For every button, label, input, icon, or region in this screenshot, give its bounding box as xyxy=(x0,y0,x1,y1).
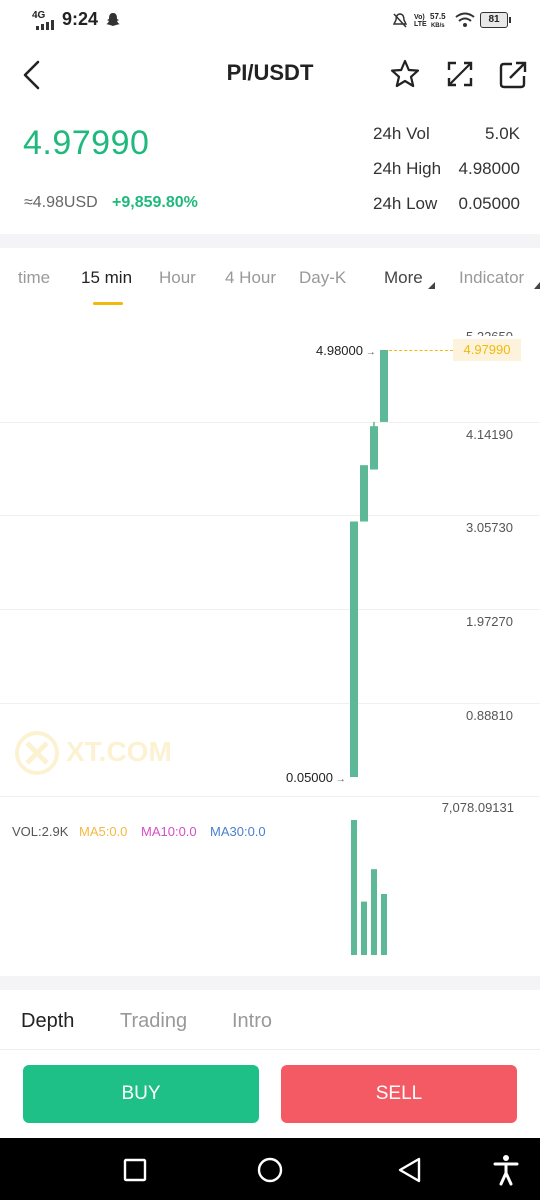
candle-body xyxy=(360,465,368,522)
tab-trading[interactable]: Trading xyxy=(120,1010,187,1033)
high-marker: 4.98000 → xyxy=(316,343,376,358)
low-marker-value: 0.05000 xyxy=(286,770,333,785)
last-price-tag: 4.97990 xyxy=(453,339,521,361)
volume-bar xyxy=(351,820,357,955)
more-dropdown-icon xyxy=(428,282,435,289)
stat-value-low: 0.05000 xyxy=(458,194,520,213)
accessibility-icon[interactable] xyxy=(492,1154,520,1186)
buy-button[interactable]: BUY xyxy=(23,1065,259,1123)
tab-depth[interactable]: Depth xyxy=(21,1010,74,1033)
volume-bar xyxy=(371,869,377,955)
tab-indicator[interactable]: Indicator xyxy=(459,268,524,288)
status-bar: 4G 9:24 Vo) LTE 57.5 KB/s 81 xyxy=(0,0,540,40)
back-icon[interactable] xyxy=(396,1156,424,1184)
speed-unit: KB/s xyxy=(430,23,445,29)
stat-label-high: 24h High xyxy=(373,159,442,178)
fullscreen-icon[interactable] xyxy=(446,60,474,88)
tab-more-label: More xyxy=(384,268,423,287)
stat-value-vol: 5.0K xyxy=(485,124,520,143)
indicator-dropdown-icon xyxy=(534,282,540,289)
volume-bar xyxy=(361,901,367,955)
volume-bar xyxy=(381,893,387,955)
tab-4hour[interactable]: 4 Hour xyxy=(225,268,276,288)
kline-chart[interactable] xyxy=(0,320,540,960)
low-marker: 0.05000 → xyxy=(286,770,346,785)
vol-legend: VOL:2.9K xyxy=(12,824,69,839)
last-price-line xyxy=(389,350,453,351)
divider xyxy=(0,1049,540,1050)
candle-body xyxy=(350,521,358,777)
sell-button[interactable]: SELL xyxy=(281,1065,517,1123)
ma10-legend: MA10:0.0 xyxy=(141,824,197,839)
tab-more[interactable]: More xyxy=(384,268,423,288)
candle-body xyxy=(380,350,388,422)
stat-label-vol: 24h Vol xyxy=(373,124,430,143)
battery-indicator: 81 xyxy=(480,12,511,28)
home-icon[interactable] xyxy=(256,1156,284,1184)
system-nav-bar xyxy=(0,1138,540,1200)
section-divider xyxy=(0,234,540,248)
tab-time[interactable]: time xyxy=(18,268,50,288)
clock: 9:24 xyxy=(62,9,99,29)
tab-15min[interactable]: 15 min xyxy=(81,268,132,288)
network-speed: 57.5 KB/s xyxy=(430,13,446,30)
speed-value: 57.5 xyxy=(430,12,446,21)
stat-label-low: 24h Low xyxy=(373,194,438,213)
ma5-legend: MA5:0.0 xyxy=(79,824,128,839)
snapchat-icon xyxy=(106,13,120,26)
wifi-icon xyxy=(455,12,475,27)
tab-intro[interactable]: Intro xyxy=(232,1010,272,1033)
candle-body xyxy=(370,426,378,470)
section-divider xyxy=(0,976,540,990)
mute-icon xyxy=(393,13,407,28)
lte-label: Vo) LTE xyxy=(414,14,427,28)
tab-day-k[interactable]: Day-K xyxy=(299,268,346,288)
high-marker-value: 4.98000 xyxy=(316,343,363,358)
usd-price: ≈4.98USD xyxy=(24,194,98,211)
ma30-legend: MA30:0.0 xyxy=(210,824,266,839)
price-change: +9,859.80% xyxy=(112,194,198,211)
recent-apps-icon[interactable] xyxy=(123,1158,147,1182)
signal-icon xyxy=(36,20,54,30)
share-icon[interactable] xyxy=(498,60,528,90)
active-tab-indicator xyxy=(93,302,123,305)
stat-value-high: 4.98000 xyxy=(458,159,520,178)
screen: 4G 9:24 Vo) LTE 57.5 KB/s 81 PI/USDT 4.9… xyxy=(0,0,540,1200)
star-icon[interactable] xyxy=(389,58,421,90)
tab-hour[interactable]: Hour xyxy=(159,268,196,288)
last-price: 4.97990 xyxy=(23,124,150,162)
volume-axis-label: 7,078.09131 xyxy=(441,800,514,815)
